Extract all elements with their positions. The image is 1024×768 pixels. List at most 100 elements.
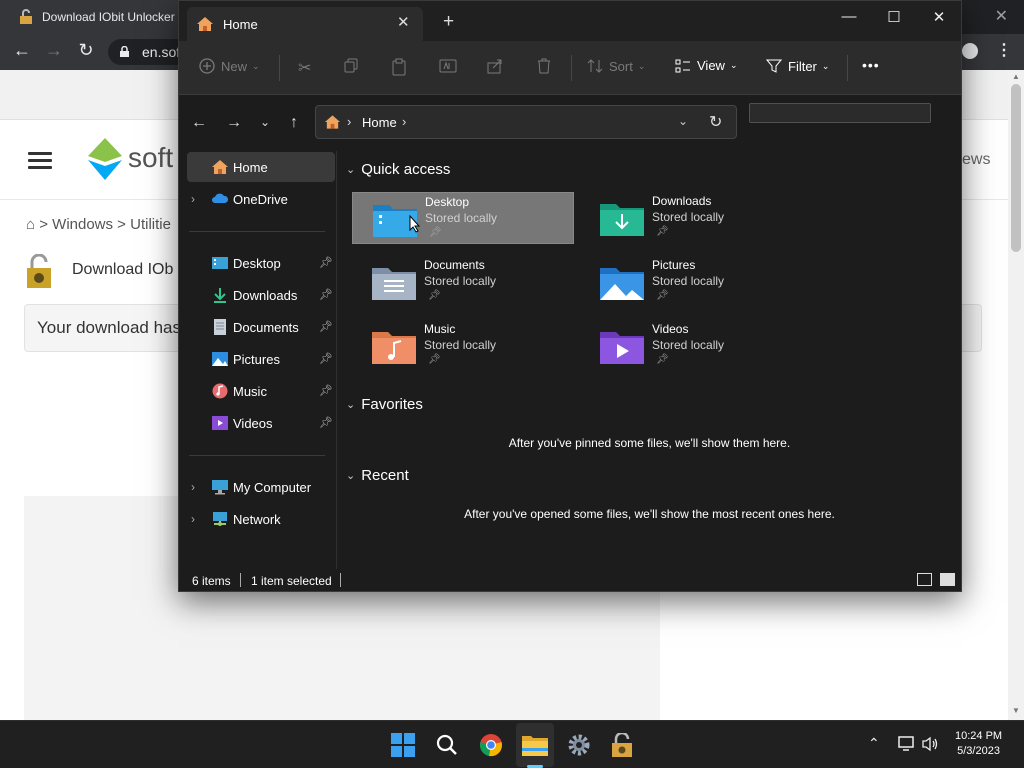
collapse-chevron-icon[interactable]: ⌄	[346, 163, 355, 176]
new-tab-button[interactable]: +	[443, 11, 454, 33]
minimize-icon[interactable]: —	[834, 8, 864, 25]
forward-arrow-icon[interactable]: →	[224, 114, 244, 132]
nav-item-desktop[interactable]: Desktop 📌︎	[187, 248, 335, 278]
search-button[interactable]	[433, 731, 461, 759]
iobit-unlocker-button[interactable]	[608, 731, 636, 759]
music-folder-icon	[372, 332, 416, 364]
home-icon	[197, 17, 213, 31]
qa-item-downloads[interactable]: Downloads Stored locally 📌︎	[580, 192, 802, 244]
pin-icon[interactable]: 📌︎	[319, 352, 333, 365]
browser-menu-icon[interactable]: ⋮	[996, 40, 1012, 60]
scrollbar-thumb[interactable]	[1011, 84, 1021, 252]
pin-icon: 📌︎	[656, 226, 669, 237]
section-quick-access[interactable]: ⌄ Quick access	[346, 161, 450, 178]
details-view-icon[interactable]	[917, 573, 932, 586]
back-icon[interactable]: ←	[10, 40, 34, 61]
section-favorites[interactable]: ⌄ Favorites	[346, 396, 423, 413]
chevron-right-icon[interactable]: ›	[347, 114, 351, 129]
file-explorer-button[interactable]	[521, 731, 549, 759]
sort-button[interactable]: Sort ⌄	[587, 58, 645, 74]
view-button[interactable]: View ⌄	[675, 58, 738, 73]
network-status-icon[interactable]	[898, 736, 916, 752]
separator	[571, 55, 572, 81]
filter-icon	[766, 59, 782, 73]
start-button[interactable]	[389, 731, 417, 759]
new-button[interactable]: New ⌄	[199, 58, 260, 74]
site-reviews-link[interactable]: ews	[962, 151, 990, 169]
pin-icon[interactable]: 📌︎	[319, 288, 333, 301]
scroll-down-icon[interactable]: ▼	[1012, 706, 1020, 715]
collapse-chevron-icon[interactable]: ⌄	[346, 469, 355, 482]
nav-item-music[interactable]: Music 📌︎	[187, 376, 335, 406]
item-location: Stored locally	[652, 210, 725, 224]
expand-chevron-icon[interactable]: ›	[191, 512, 195, 526]
command-bar: New ⌄ ✂ Sort ⌄ View ⌄ Filter ⌄ •••	[179, 41, 961, 95]
address-dropdown-icon[interactable]: ⌄	[678, 114, 688, 128]
pin-icon[interactable]: 📌︎	[319, 320, 333, 333]
up-arrow-icon[interactable]: ↑	[284, 114, 304, 132]
nav-item-my-computer[interactable]: › My Computer	[187, 472, 335, 502]
chrome-icon	[480, 734, 502, 757]
explorer-address-bar[interactable]: › Home › ⌄ ↻	[315, 105, 737, 139]
qa-item-videos[interactable]: Videos Stored locally 📌︎	[580, 320, 802, 372]
pin-icon[interactable]: 📌︎	[319, 384, 333, 397]
copy-icon[interactable]	[343, 58, 359, 74]
settings-button[interactable]	[565, 731, 593, 759]
close-window-icon[interactable]: ✕	[924, 8, 954, 26]
pin-icon[interactable]: 📌︎	[319, 256, 333, 269]
share-icon[interactable]	[487, 58, 503, 74]
chrome-button[interactable]	[477, 731, 505, 759]
qa-item-documents[interactable]: Documents Stored locally 📌︎	[352, 256, 574, 308]
maximize-icon[interactable]: ☐	[879, 8, 909, 26]
close-tab-icon[interactable]: ✕	[397, 13, 410, 31]
qa-item-pictures[interactable]: Pictures Stored locally 📌︎	[580, 256, 802, 308]
chevron-right-icon[interactable]: ›	[402, 114, 406, 129]
recent-locations-icon[interactable]: ⌄	[255, 115, 275, 129]
qa-item-music[interactable]: Music Stored locally 📌︎	[352, 320, 574, 372]
section-recent[interactable]: ⌄ Recent	[346, 467, 409, 484]
collapse-chevron-icon[interactable]: ⌄	[346, 398, 355, 411]
nav-item-network[interactable]: › Network	[187, 504, 335, 534]
nav-item-videos[interactable]: Videos 📌︎	[187, 408, 335, 438]
forward-icon[interactable]: →	[42, 40, 66, 61]
hamburger-icon[interactable]	[28, 152, 52, 169]
show-hidden-icons-icon[interactable]: ⌃	[868, 735, 880, 752]
plus-circle-icon	[199, 58, 215, 74]
address-crumb-home[interactable]: Home	[362, 115, 397, 130]
pictures-icon	[212, 352, 228, 366]
filter-button[interactable]: Filter ⌄	[766, 58, 829, 74]
scroll-up-icon[interactable]: ▲	[1012, 72, 1020, 81]
expand-chevron-icon[interactable]: ›	[191, 480, 195, 494]
expand-chevron-icon[interactable]: ›	[191, 192, 195, 206]
refresh-icon[interactable]: ↻	[709, 112, 722, 132]
unlocker-icon	[612, 733, 632, 757]
home-icon[interactable]: ⌂	[26, 216, 35, 233]
nav-item-documents[interactable]: Documents 📌︎	[187, 312, 335, 342]
delete-icon[interactable]	[536, 58, 552, 74]
tiles-view-icon[interactable]	[940, 573, 955, 586]
browser-scrollbar[interactable]: ▲ ▼	[1008, 70, 1024, 720]
nav-item-onedrive[interactable]: › OneDrive	[187, 184, 335, 214]
reload-icon[interactable]: ↻	[74, 40, 98, 61]
back-arrow-icon[interactable]: ←	[189, 114, 209, 132]
search-input[interactable]	[749, 103, 931, 123]
volume-icon[interactable]	[922, 736, 940, 752]
separator	[847, 55, 848, 81]
profile-icon[interactable]	[962, 43, 978, 59]
nav-item-home[interactable]: Home	[187, 152, 335, 182]
nav-item-downloads[interactable]: Downloads 📌︎	[187, 280, 335, 310]
breadcrumb-text[interactable]: > Windows > Utilitie	[39, 216, 171, 233]
paste-icon[interactable]	[391, 58, 407, 76]
site-name: soft	[128, 142, 174, 173]
browser-close-icon[interactable]: ✕	[995, 6, 1008, 26]
system-clock[interactable]: 10:24 PM 5/3/2023	[955, 729, 1002, 759]
browser-tab[interactable]: Download IObit Unlocker	[0, 0, 190, 34]
more-options-icon[interactable]: •••	[862, 57, 880, 73]
cut-icon[interactable]: ✂	[298, 58, 311, 78]
view-icon	[675, 59, 690, 72]
explorer-tab-home[interactable]: Home ✕	[187, 7, 423, 41]
qa-item-desktop[interactable]: Desktop Stored locally 📌︎	[352, 192, 574, 244]
pin-icon[interactable]: 📌︎	[319, 416, 333, 429]
rename-icon[interactable]	[439, 58, 457, 74]
nav-item-pictures[interactable]: Pictures 📌︎	[187, 344, 335, 374]
